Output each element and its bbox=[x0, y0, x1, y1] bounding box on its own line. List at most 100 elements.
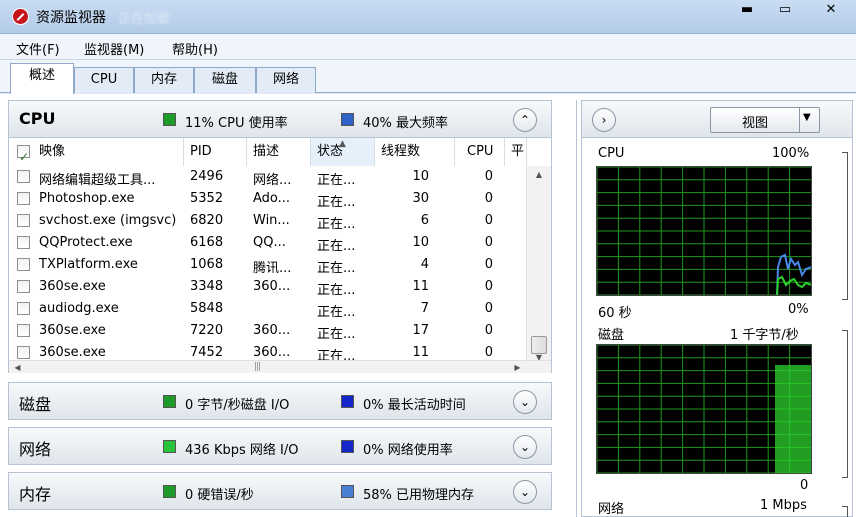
row-description: 360... bbox=[253, 345, 291, 360]
cpu-collapse-button[interactable]: ⌃ bbox=[513, 108, 537, 132]
table-row[interactable]: Photoshop.exe 5352 Ado... 正在... 30 0 bbox=[9, 188, 527, 210]
tab-memory[interactable]: 内存 bbox=[134, 67, 194, 93]
row-checkbox[interactable] bbox=[17, 324, 30, 337]
tab-cpu[interactable]: CPU bbox=[74, 67, 134, 93]
table-row[interactable]: 360se.exe 7220 360... 正在... 17 0 bbox=[9, 320, 527, 342]
scroll-left-icon[interactable]: ◀ bbox=[9, 361, 26, 373]
disk-io-legend: 0 字节/秒磁盘 I/O bbox=[185, 398, 290, 413]
row-threads: 11 bbox=[412, 279, 429, 294]
select-all-checkbox[interactable] bbox=[17, 143, 30, 171]
table-row[interactable]: QQProtect.exe 6168 QQ... 正在... 10 0 bbox=[9, 232, 527, 254]
column-header-cpu[interactable]: CPU bbox=[455, 138, 505, 166]
network-io-legend: 436 Kbps 网络 I/O bbox=[185, 443, 299, 458]
network-expand-button[interactable]: ⌄ bbox=[513, 435, 537, 459]
sort-ascending-icon: ▲ bbox=[339, 139, 346, 149]
memory-section-header[interactable]: 内存 0 硬错误/秒 58% 已用物理内存 ⌄ bbox=[8, 472, 552, 510]
row-checkbox[interactable] bbox=[17, 258, 30, 271]
close-button[interactable]: ✕ bbox=[806, 0, 856, 22]
row-threads: 17 bbox=[412, 323, 429, 338]
disk-graph bbox=[596, 344, 812, 474]
network-section-header[interactable]: 网络 436 Kbps 网络 I/O 0% 网络使用率 ⌄ bbox=[8, 427, 552, 465]
dropdown-arrow-icon[interactable]: ▼ bbox=[803, 112, 811, 123]
disk-expand-button[interactable]: ⌄ bbox=[513, 390, 537, 414]
table-row[interactable]: audiodg.exe 5848 正在... 7 0 bbox=[9, 298, 527, 320]
cpu-frequency-legend-swatch bbox=[341, 113, 354, 126]
disk-section-header[interactable]: 磁盘 0 字节/秒磁盘 I/O 0% 最长活动时间 ⌄ bbox=[8, 382, 552, 420]
cpu-graph-min: 0% bbox=[788, 302, 809, 317]
network-section-title: 网络 bbox=[19, 440, 52, 459]
memory-expand-button[interactable]: ⌄ bbox=[513, 480, 537, 504]
row-cpu: 0 bbox=[484, 345, 493, 360]
row-threads: 11 bbox=[412, 345, 429, 360]
row-status: 正在... bbox=[317, 261, 356, 276]
row-checkbox[interactable] bbox=[17, 214, 30, 227]
table-row[interactable]: svchost.exe (imgsvc) 6820 Win... 正在... 6 0 bbox=[9, 210, 527, 232]
table-row[interactable]: 360se.exe 3348 360... 正在... 11 0 bbox=[9, 276, 527, 298]
row-description: Ado... bbox=[253, 191, 291, 206]
cpu-section-title: CPU bbox=[19, 109, 56, 128]
row-cpu: 0 bbox=[484, 301, 493, 316]
row-pid: 3348 bbox=[190, 279, 224, 294]
row-checkbox[interactable] bbox=[17, 236, 30, 249]
network-graph-label: 网络 bbox=[598, 502, 625, 517]
title-bar: 资源监视器 正在加载 ▬ ▭ ✕ bbox=[0, 0, 856, 34]
row-image: Photoshop.exe bbox=[39, 191, 135, 206]
row-cpu: 0 bbox=[484, 257, 493, 272]
row-checkbox[interactable] bbox=[17, 192, 30, 205]
tab-overview[interactable]: 概述 bbox=[10, 63, 74, 94]
row-checkbox[interactable] bbox=[17, 170, 30, 183]
tab-network[interactable]: 网络 bbox=[256, 67, 316, 93]
network-graph-bracket bbox=[842, 506, 848, 517]
cpu-graph-label: CPU bbox=[598, 146, 625, 161]
row-status: 正在... bbox=[317, 283, 356, 298]
row-threads: 4 bbox=[420, 257, 429, 272]
row-cpu: 0 bbox=[484, 213, 493, 228]
row-image: 360se.exe bbox=[39, 279, 106, 294]
cpu-section-header[interactable]: CPU 11% CPU 使用率 40% 最大频率 ⌃ bbox=[8, 100, 552, 138]
scroll-up-icon[interactable]: ▲ bbox=[527, 166, 551, 183]
column-header-threads[interactable]: 线程数 bbox=[375, 138, 455, 166]
scroll-grip-icon[interactable]: ||| bbox=[254, 362, 261, 372]
view-dropdown[interactable]: 视图 ▼ bbox=[710, 107, 820, 133]
row-checkbox[interactable] bbox=[17, 346, 30, 359]
row-pid: 2496 bbox=[190, 169, 224, 184]
cpu-graph-bracket bbox=[842, 152, 848, 300]
menu-file[interactable]: 文件(F) bbox=[16, 39, 60, 58]
scroll-right-icon[interactable]: ▶ bbox=[509, 361, 526, 373]
row-pid: 1068 bbox=[190, 257, 224, 272]
row-image: audiodg.exe bbox=[39, 301, 119, 316]
overview-content: CPU 11% CPU 使用率 40% 最大频率 ⌃ 映像 PID 描述 状态 … bbox=[0, 94, 856, 517]
row-checkbox[interactable] bbox=[17, 302, 30, 315]
minimize-button[interactable]: ▬ bbox=[728, 0, 766, 22]
row-description: QQ... bbox=[253, 235, 286, 250]
row-threads: 7 bbox=[420, 301, 429, 316]
column-header-pid[interactable]: PID bbox=[184, 138, 247, 166]
menu-monitor[interactable]: 监视器(M) bbox=[84, 39, 144, 58]
column-header-average[interactable]: 平 bbox=[505, 138, 527, 166]
menu-bar: 文件(F) 监视器(M) 帮助(H) bbox=[0, 34, 856, 60]
network-usage-legend: 0% 网络使用率 bbox=[363, 443, 453, 458]
expand-pane-button[interactable]: › bbox=[592, 108, 616, 132]
maximize-button[interactable]: ▭ bbox=[766, 0, 804, 22]
column-header-description[interactable]: 描述 bbox=[247, 138, 311, 166]
row-checkbox[interactable] bbox=[17, 280, 30, 293]
cpu-usage-legend-swatch bbox=[163, 113, 176, 126]
row-pid: 7452 bbox=[190, 345, 224, 360]
table-horizontal-scrollbar[interactable]: ◀ ||| ▶ bbox=[9, 360, 551, 373]
physical-memory-legend-swatch bbox=[341, 485, 354, 498]
row-status: 正在... bbox=[317, 305, 356, 320]
row-image: 360se.exe bbox=[39, 323, 106, 338]
table-row[interactable]: 网络编辑超级工具... 2496 网络... 正在... 10 0 bbox=[9, 166, 527, 188]
disk-io-legend-swatch bbox=[163, 395, 176, 408]
disk-active-time-legend-swatch bbox=[341, 395, 354, 408]
table-row[interactable]: TXPlatform.exe 1068 腾讯... 正在... 4 0 bbox=[9, 254, 527, 276]
table-vertical-scrollbar[interactable]: ▲ ▼ bbox=[526, 166, 551, 366]
column-header-status[interactable]: 状态 ▲ bbox=[311, 138, 375, 166]
disk-graph-min: 0 bbox=[800, 478, 809, 493]
graph-brackets bbox=[837, 138, 853, 517]
row-description: 360... bbox=[253, 279, 291, 294]
menu-help[interactable]: 帮助(H) bbox=[172, 39, 218, 58]
column-header-image[interactable]: 映像 bbox=[9, 138, 184, 171]
tab-disk[interactable]: 磁盘 bbox=[194, 67, 256, 93]
row-status: 正在... bbox=[317, 195, 356, 210]
